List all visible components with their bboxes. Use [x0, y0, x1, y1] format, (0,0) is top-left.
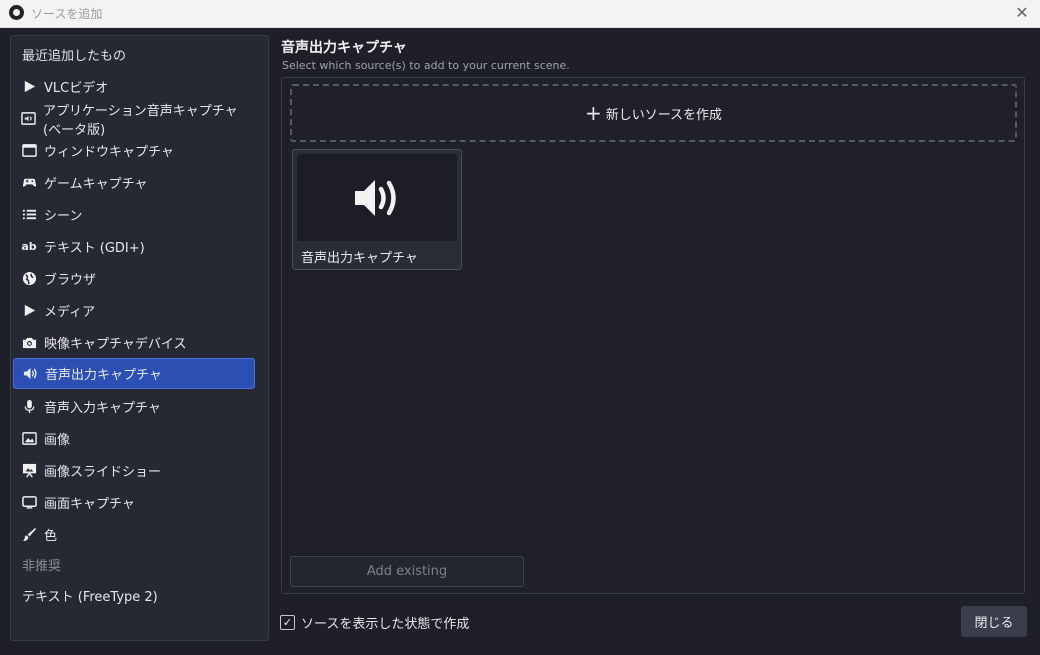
- microphone-icon: [21, 399, 37, 415]
- source-card-label: 音声出力キャプチャ: [301, 251, 418, 266]
- sidebar-item-image-slideshow[interactable]: 画像スライドショー: [13, 455, 255, 486]
- sidebar-item-audio-output-capture[interactable]: 音声出力キャプチャ: [13, 358, 255, 389]
- create-new-label: 新しいソースを作成: [605, 107, 723, 123]
- sidebar-item-label: 映像キャプチャデバイス: [44, 337, 187, 352]
- sidebar-item-label: シーン: [44, 209, 83, 224]
- app-audio-icon: [21, 111, 36, 127]
- sidebar-item-color[interactable]: 色: [13, 519, 255, 550]
- create-new-source-button[interactable]: + 新しいソースを作成: [290, 84, 1017, 142]
- title-bar: ソースを追加 ✕: [0, 0, 1040, 28]
- sidebar-item-label: ブラウザ: [44, 273, 97, 288]
- create-visible-label: ソースを表示した状態で作成: [301, 617, 470, 632]
- sidebar-item-label: 画像スライドショー: [44, 465, 162, 480]
- sidebar-item-label: ウィンドウキャプチャ: [44, 145, 174, 160]
- brush-icon: [21, 527, 37, 543]
- page-title: 音声出力キャプチャ: [281, 40, 407, 56]
- speaker-icon: [355, 179, 396, 216]
- sidebar-item-label: 色: [44, 529, 58, 544]
- gamepad-icon: [21, 175, 37, 191]
- text-icon: ab: [21, 240, 37, 253]
- speaker-icon: [22, 366, 38, 382]
- play-icon: [21, 79, 37, 95]
- sidebar-item-audio-input-capture[interactable]: 音声入力キャプチャ: [13, 391, 255, 422]
- sidebar-item-browser[interactable]: ブラウザ: [13, 263, 255, 294]
- sidebar-item-label: 画像: [44, 433, 71, 448]
- existing-source-card[interactable]: 音声出力キャプチャ: [292, 149, 462, 270]
- checkbox-checked-icon[interactable]: ✓: [280, 615, 295, 630]
- recent-header: 最近追加したもの: [22, 49, 127, 64]
- obs-logo-icon: [9, 5, 24, 20]
- plus-icon: +: [584, 101, 602, 125]
- sidebar-item-label: アプリケーション音声キャプチャ (ベータ版): [43, 103, 238, 138]
- sidebar-item-text-gdi[interactable]: ab テキスト (GDI+): [13, 231, 255, 262]
- window-icon: [21, 143, 37, 159]
- close-button[interactable]: 閉じる: [961, 606, 1027, 637]
- play-icon: [21, 303, 37, 319]
- create-visible-checkbox[interactable]: ✓ ソースを表示した状態で作成: [280, 613, 469, 632]
- close-icon[interactable]: ✕: [1012, 3, 1032, 23]
- sidebar-item-label: メディア: [44, 305, 96, 320]
- sidebar-item-video-capture-device[interactable]: 映像キャプチャデバイス: [13, 327, 255, 358]
- camera-icon: [21, 335, 37, 351]
- add-existing-button[interactable]: Add existing: [290, 556, 524, 587]
- sidebar-item-label: テキスト (GDI+): [44, 241, 145, 256]
- monitor-icon: [21, 495, 37, 511]
- sidebar-item-label: 画面キャプチャ: [44, 497, 135, 512]
- page-subtitle: Select which source(s) to add to your cu…: [282, 59, 570, 72]
- sidebar-item-screen-capture[interactable]: 画面キャプチャ: [13, 487, 255, 518]
- sidebar-item-text-freetype2[interactable]: テキスト (FreeType 2): [13, 580, 255, 611]
- sidebar-item-image[interactable]: 画像: [13, 423, 255, 454]
- slideshow-icon: [21, 463, 37, 479]
- source-thumbnail: [297, 154, 457, 241]
- globe-icon: [21, 271, 37, 287]
- sidebar-item-media[interactable]: メディア: [13, 295, 255, 326]
- list-icon: [21, 207, 37, 223]
- sidebar-item-window-capture[interactable]: ウィンドウキャプチャ: [13, 135, 255, 166]
- sidebar-item-app-audio-capture[interactable]: アプリケーション音声キャプチャ (ベータ版): [13, 103, 255, 138]
- source-type-list: 最近追加したもの VLCビデオ アプリケーション音声キャプチャ (ベータ版) ウ…: [10, 35, 269, 641]
- sidebar-item-label: VLCビデオ: [44, 81, 109, 96]
- sources-panel: + 新しいソースを作成 音声出力キャプチャ Add existing: [281, 77, 1025, 594]
- sidebar-item-label: ゲームキャプチャ: [44, 177, 148, 192]
- sidebar-item-label: 音声出力キャプチャ: [45, 368, 162, 383]
- deprecated-header: 非推奨: [22, 559, 62, 574]
- sidebar-item-scene[interactable]: シーン: [13, 199, 255, 230]
- sidebar-item-label: 音声入力キャプチャ: [44, 401, 161, 416]
- image-icon: [21, 431, 37, 447]
- window-title: ソースを追加: [31, 7, 103, 21]
- sidebar-item-game-capture[interactable]: ゲームキャプチャ: [13, 167, 255, 198]
- sidebar-item-vlc-video[interactable]: VLCビデオ: [13, 71, 255, 102]
